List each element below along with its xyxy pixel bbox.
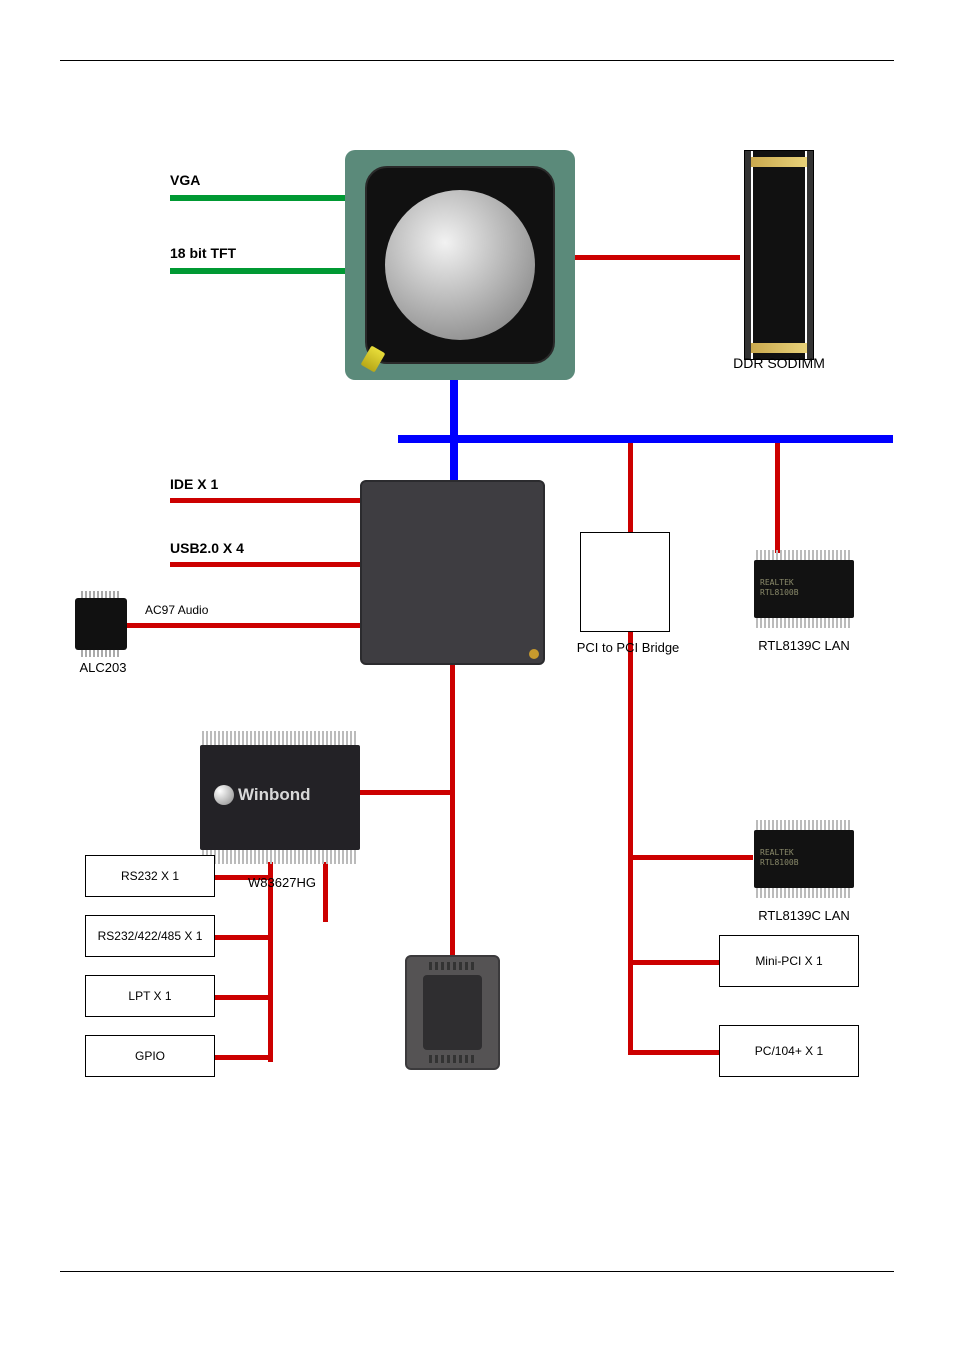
audio-codec-chip — [75, 598, 127, 650]
plcc-inner — [423, 975, 482, 1050]
winbond-down-stub — [323, 862, 328, 922]
opt-rs232-text: RS232 X 1 — [121, 869, 179, 883]
rule-bottom — [60, 1271, 894, 1272]
bus-main-vert — [450, 380, 458, 485]
superio-logo: Winbond — [214, 785, 311, 805]
opt-pc104: PC/104+ X 1 — [719, 1025, 859, 1077]
to-l4 — [213, 1055, 270, 1060]
opt-lpt: LPT X 1 — [85, 975, 215, 1017]
bus-ac97-line — [127, 623, 360, 628]
ddr-label: DDR SODIMM — [719, 355, 839, 371]
to-winbond — [359, 790, 454, 795]
opt-rs232-485: RS232/422/485 X 1 — [85, 915, 215, 957]
winbond-down — [268, 862, 273, 1062]
opt-rs232-485-text: RS232/422/485 X 1 — [98, 929, 203, 943]
sb-corner — [529, 649, 539, 659]
bus-usb-line — [170, 562, 360, 567]
opt-minipci: Mini-PCI X 1 — [719, 935, 859, 987]
pci-bridge-box — [580, 532, 670, 632]
superio-chip: Winbond — [200, 745, 360, 850]
to-rbox1 — [628, 960, 720, 965]
to-lan2 — [628, 855, 753, 860]
plcc-pins-t — [429, 962, 476, 970]
lan1-chip-line2: RTL8100B — [760, 588, 799, 597]
plcc-pins-b — [429, 1055, 476, 1063]
drop-pcibr — [628, 443, 633, 533]
pci-bridge-label: PCI to PCI Bridge — [573, 640, 683, 655]
superio-pins-bot — [202, 850, 358, 864]
lan2-chip-line2: RTL8100B — [760, 858, 799, 867]
rule-top — [60, 60, 894, 61]
bios-socket — [405, 955, 500, 1070]
bus-ide-line — [170, 498, 360, 503]
cpu-chip — [345, 150, 575, 380]
southbridge-chip — [360, 480, 545, 665]
superio-label: W83627HG — [232, 875, 332, 890]
bus-vga-line — [170, 195, 345, 201]
lan1-chip: REALTEK RTL8100B — [754, 560, 854, 618]
lan2-chip-line1: REALTEK — [760, 848, 794, 857]
lan2-chip: REALTEK RTL8100B — [754, 830, 854, 888]
to-l2 — [213, 935, 270, 940]
lan2-label: RTL8139C LAN — [729, 908, 879, 923]
label-ide: IDE X 1 — [170, 476, 218, 492]
drop-lan1 — [775, 443, 780, 553]
bus-tft-line — [170, 268, 345, 274]
winbond-swirl-icon — [214, 785, 234, 805]
bus-ddr-line — [575, 255, 740, 260]
opt-lpt-text: LPT X 1 — [128, 989, 171, 1003]
label-vga: VGA — [170, 172, 200, 188]
to-rbox2 — [628, 1050, 720, 1055]
ddr-module — [744, 150, 814, 360]
sb-down — [450, 665, 455, 960]
audio-codec-label: ALC203 — [63, 660, 143, 675]
to-l3 — [213, 995, 270, 1000]
bus-pci-horiz — [398, 435, 893, 443]
opt-rs232: RS232 X 1 — [85, 855, 215, 897]
label-ac97: AC97 Audio — [145, 603, 208, 617]
lan1-chip-line1: REALTEK — [760, 578, 794, 587]
opt-pc104-text: PC/104+ X 1 — [755, 1044, 823, 1058]
opt-gpio: GPIO — [85, 1035, 215, 1077]
superio-pins-top — [202, 731, 358, 745]
superio-brand: Winbond — [238, 785, 311, 805]
label-tft: 18 bit TFT — [170, 245, 236, 261]
cpu-die — [385, 190, 535, 340]
opt-minipci-text: Mini-PCI X 1 — [755, 954, 822, 968]
lan1-label: RTL8139C LAN — [729, 638, 879, 653]
label-usb: USB2.0 X 4 — [170, 540, 244, 556]
opt-gpio-text: GPIO — [135, 1049, 165, 1063]
pcibr-down — [628, 632, 633, 1052]
